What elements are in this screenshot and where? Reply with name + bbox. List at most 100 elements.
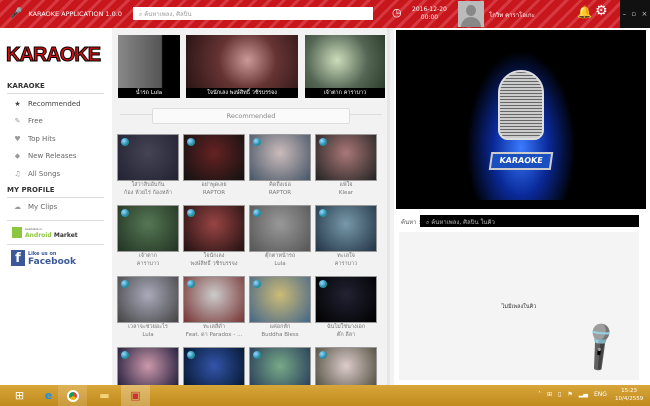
song-tile[interactable]: ทะเลใจ คาราบาว (315, 205, 377, 268)
carousel-caption: ใจนักเลง พงษ์สิทธิ์ วชิรบรรจง (186, 88, 298, 98)
song-title: ฉันไม่ใช่นางเอก (326, 324, 366, 330)
bell-icon[interactable]: 🔔 (577, 5, 592, 19)
sidebar-item-top-hits[interactable]: ♥ Top Hits (13, 135, 56, 143)
taskbar: ⊞ e ▬ ▣ ˄ ⊞ ▯ ⚑ ▂▄ ENG 15:23 10/4/2559 (0, 385, 650, 406)
date: 10/4/2559 (615, 396, 644, 402)
sidebar-item-all-songs[interactable]: ♫ All Songs (13, 170, 60, 178)
globe-icon (187, 138, 195, 146)
title-bar: 🎤 KARAOKE APPLICATION 1.0.0 ⌕ ค้นหาเพลง, … (0, 0, 650, 28)
song-thumbnail[interactable] (183, 134, 245, 181)
android-market: Market (53, 232, 78, 239)
song-tile[interactable]: ฉันไม่ใช่นางเอก ตั๊ก ลีลา (315, 276, 377, 339)
globe-icon (187, 280, 195, 288)
facebook-like-badge[interactable]: f Like us on Facebook (11, 250, 76, 267)
song-thumbnail[interactable] (315, 134, 377, 181)
windows-icon[interactable]: ⊞ (547, 391, 552, 398)
user-name[interactable]: โกวิท คาราโอเกะ (489, 10, 535, 20)
queue-search-label: ค้นหา : (401, 219, 421, 226)
carousel-item[interactable]: น้ำรถ Lula (118, 35, 180, 98)
language-indicator[interactable]: ENG (594, 391, 607, 398)
label: New Releases (28, 152, 77, 160)
song-tile[interactable]: ใจนักเลง พงษ์สิทธิ์ วชิรบรรจง (183, 205, 245, 268)
globe-icon (253, 351, 261, 359)
time: 15:23 (621, 388, 638, 394)
cloud-icon: ☁ (14, 203, 21, 211)
queue-search-placeholder: ค้นหาเพลง, ศิลปิน ในคิว (431, 219, 495, 226)
song-tile[interactable]: อย่าพูดเลย RAPTOR (183, 134, 245, 197)
minimize-button[interactable]: – (623, 10, 627, 18)
recommended-header: Recommended (152, 108, 350, 124)
signal-icon[interactable]: ▂▄ (579, 391, 588, 398)
song-tile[interactable]: ทะเลสีดำ Feat. ดา Paradox - ... (183, 276, 245, 339)
label: Top Hits (28, 135, 56, 143)
sidebar-item-new-releases[interactable]: ◆ New Releases (13, 152, 77, 160)
song-tile[interactable]: แค่อกหัก Buddha Bless (249, 276, 311, 339)
avatar[interactable] (458, 1, 484, 27)
app-title: 🎤 KARAOKE APPLICATION 1.0.0 (10, 8, 122, 19)
close-button[interactable]: × (641, 10, 647, 18)
system-tray: ˄ ⊞ ▯ ⚑ ▂▄ ENG (538, 391, 607, 398)
globe-icon (253, 209, 261, 217)
song-thumbnail[interactable] (249, 134, 311, 181)
time: 00:00 (420, 14, 439, 21)
song-artist: Lula (274, 261, 286, 267)
globe-icon (319, 209, 327, 217)
sidebar-item-recommended[interactable]: ★ Recommended (13, 100, 80, 108)
song-title: เจ้าตาก (138, 253, 158, 259)
globe-icon (319, 351, 327, 359)
song-thumbnail[interactable] (117, 134, 179, 181)
song-thumbnail[interactable] (183, 276, 245, 323)
song-title: ทะเลสีดำ (203, 324, 225, 330)
flag-icon[interactable]: ⚑ (567, 391, 572, 398)
player-panel: KARAOKE ค้นหา : ⌕ ค้นหาเพลง, ศิลปิน ในคิ… (394, 28, 650, 385)
gear-icon[interactable]: ⚙ (595, 3, 608, 19)
song-thumbnail[interactable] (249, 276, 311, 323)
carousel-item[interactable]: เจ้าตาก คาราบาว (305, 35, 385, 98)
song-artist: ก้อง ห้วยไร่ ก้องหล้า (124, 190, 172, 196)
song-tile[interactable]: เวลาจะช่วยอะไร Lula (117, 276, 179, 339)
song-tile[interactable]: แพ้ใจ Klear (315, 134, 377, 197)
song-title: เวลาจะช่วยอะไร (128, 324, 168, 330)
song-tile[interactable]: คิดถึงเธอ RAPTOR (249, 134, 311, 197)
android-market-badge[interactable]: Available in Android Market (12, 226, 78, 239)
song-thumbnail[interactable] (315, 205, 377, 252)
karaoke-app-taskbar-icon[interactable]: ▣ (121, 385, 150, 406)
song-thumbnail[interactable] (183, 205, 245, 252)
globe-icon (187, 351, 195, 359)
scrollbar[interactable] (387, 28, 390, 385)
battery-icon[interactable]: ▯ (558, 391, 561, 398)
queue-search-input[interactable]: ⌕ ค้นหาเพลง, ศิลปิน ในคิว (420, 215, 639, 227)
chevron-up-icon[interactable]: ˄ (538, 391, 541, 398)
video-player[interactable]: KARAOKE (396, 30, 646, 209)
restore-button[interactable]: ▫ (631, 10, 636, 18)
sidebar-item-free[interactable]: ✎ Free (13, 117, 43, 125)
chrome-icon[interactable] (58, 385, 87, 406)
song-thumbnail[interactable] (117, 205, 179, 252)
carousel-item[interactable]: ใจนักเลง พงษ์สิทธิ์ วชิรบรรจง (186, 35, 298, 98)
song-artist: Buddha Bless (261, 332, 299, 338)
label: Free (28, 117, 43, 125)
date: 2016-12-20 (412, 6, 447, 13)
sidebar-item-my-clips[interactable]: ☁ My Clips (13, 203, 57, 211)
file-explorer-icon[interactable]: ▬ (90, 385, 119, 406)
windows-start-icon[interactable]: ⊞ (5, 385, 34, 406)
section-karaoke: KARAOKE (7, 82, 104, 94)
android-brand: Android (25, 232, 52, 239)
search-input[interactable]: ⌕ ค้นหาเพลง, ศิลปิน (133, 7, 373, 20)
carousel-caption: น้ำรถ Lula (118, 88, 180, 98)
karaoke-logo: KARAOKE (5, 44, 101, 67)
app-name: KARAOKE APPLICATION 1.0.0 (28, 9, 122, 18)
song-thumbnail[interactable] (315, 276, 377, 323)
song-title: ใส่ว่าสิบอับกัน (131, 182, 165, 188)
taskbar-clock[interactable]: 15:23 10/4/2559 (615, 387, 643, 403)
song-tile[interactable]: ใส่ว่าสิบอับกันก้อง ห้วยไร่ ก้องหล้า (117, 134, 179, 197)
datetime: 2016-12-20 00:00 (412, 6, 447, 22)
song-thumbnail[interactable] (117, 276, 179, 323)
song-artist: Feat. ดา Paradox - ... (185, 332, 243, 338)
song-artist: พงษ์สิทธิ์ วชิรบรรจง (190, 261, 238, 267)
song-thumbnail[interactable] (249, 205, 311, 252)
song-tile[interactable]: ตุ๊กตาหน้ารถ Lula (249, 205, 311, 268)
globe-icon (253, 280, 261, 288)
queue-empty-text: ไม่มีเพลงในคิว (501, 304, 537, 310)
song-tile[interactable]: เจ้าตาก คาราบาว (117, 205, 179, 268)
